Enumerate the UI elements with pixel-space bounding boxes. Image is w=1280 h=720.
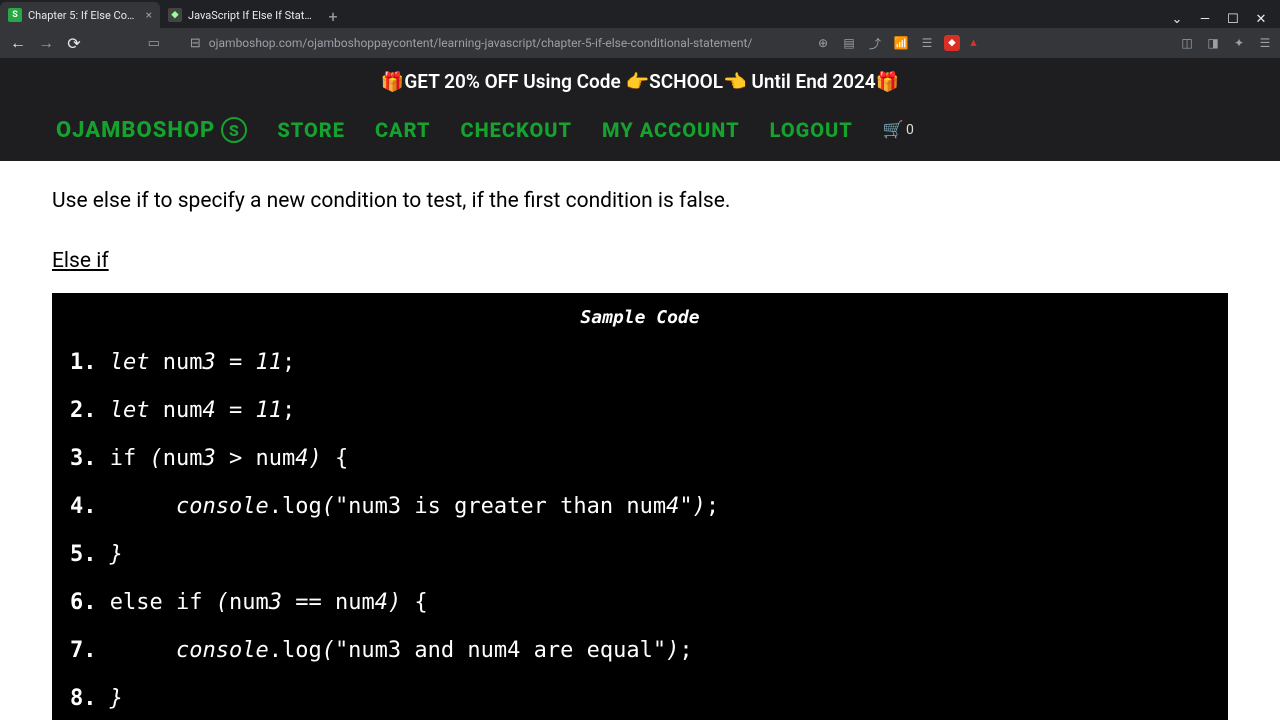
chevron-down-icon[interactable]: ⌄ (1168, 10, 1186, 28)
maximize-icon[interactable]: ☐ (1224, 10, 1242, 28)
brand-mark-icon: S (221, 117, 247, 143)
nav-checkout[interactable]: CHECKOUT (460, 118, 572, 142)
back-icon[interactable]: ← (6, 31, 30, 55)
code-block: Sample Code 1. let num3 = 11; 2. let num… (52, 293, 1228, 720)
subheading: Else if (52, 249, 1228, 273)
window-controls: ⌄ — ☐ ✕ (1168, 10, 1280, 28)
address-bar[interactable]: ▭ ⊟ ojamboshop.com/ojamboshoppaycontent/… (90, 36, 810, 51)
code-line-6: 6. else if (num3 == num4) { (70, 592, 1210, 614)
reload-icon[interactable]: ⟳ (62, 31, 86, 55)
bookmark-icon[interactable]: ▭ (148, 36, 160, 51)
reader-icon[interactable]: ▤ (840, 34, 858, 52)
list-icon[interactable]: ☰ (918, 34, 936, 52)
menu-icon[interactable]: ☰ (1256, 34, 1274, 52)
toolbar-right: ⊕ ▤ ⤴ 📶 ☰ ◆ ▲ ◫ ◨ ✦ ☰ (814, 34, 1274, 52)
url-text: ojamboshop.com/ojamboshoppaycontent/lear… (209, 36, 753, 50)
share-icon[interactable]: ⤴ (866, 34, 884, 52)
promo-banner: 🎁GET 20% OFF Using Code 👉SCHOOL👈 Until E… (0, 58, 1280, 105)
page-viewport[interactable]: 🎁GET 20% OFF Using Code 👉SCHOOL👈 Until E… (0, 58, 1280, 720)
shield-icon[interactable]: ◆ (944, 35, 960, 51)
brand-logo[interactable]: OJAMBOSHOP S (56, 117, 247, 143)
tab-title: JavaScript If Else If Statement - (188, 9, 312, 22)
sidebar-icon[interactable]: ◨ (1204, 34, 1222, 52)
close-icon[interactable]: × (146, 8, 152, 22)
zoom-icon[interactable]: ⊕ (814, 34, 832, 52)
alert-icon[interactable]: ▲ (968, 36, 982, 50)
code-line-1: 1. let num3 = 11; (70, 352, 1210, 374)
code-line-2: 2. let num4 = 11; (70, 400, 1210, 422)
site-nav: OJAMBOSHOP S STORE CART CHECKOUT MY ACCO… (0, 105, 1280, 161)
minimize-icon[interactable]: — (1196, 10, 1214, 28)
close-window-icon[interactable]: ✕ (1252, 10, 1270, 28)
rss-icon[interactable]: 📶 (892, 34, 910, 52)
code-title: Sample Code (70, 307, 1210, 328)
code-line-8: 8. } (70, 688, 1210, 710)
code-line-5: 5. } (70, 544, 1210, 566)
browser-toolbar: ← → ⟳ ▭ ⊟ ojamboshop.com/ojamboshoppayco… (0, 28, 1280, 58)
tab-title: Chapter 5: If Else Condition (28, 9, 140, 22)
intro-text: Use else if to specify a new condition t… (52, 189, 1228, 213)
nav-cart[interactable]: CART (375, 118, 431, 142)
tab-favicon-icon: ◆ (168, 8, 182, 22)
new-tab-button[interactable]: + (320, 4, 346, 28)
main-content: Use else if to specify a new condition t… (0, 161, 1280, 720)
code-line-4: 4. console.log("num3 is greater than num… (70, 496, 1210, 518)
code-line-3: 3. if (num3 > num4) { (70, 448, 1210, 470)
tab-favicon-icon: S (8, 8, 22, 22)
browser-tab-active[interactable]: S Chapter 5: If Else Condition × (0, 2, 160, 28)
nav-logout[interactable]: LOGOUT (770, 118, 853, 142)
browser-tab[interactable]: ◆ JavaScript If Else If Statement - (160, 2, 320, 28)
forward-icon[interactable]: → (34, 31, 58, 55)
nav-account[interactable]: MY ACCOUNT (602, 118, 740, 142)
nav-store[interactable]: STORE (277, 118, 345, 142)
cart-count: 0 (906, 122, 914, 138)
code-line-7: 7. console.log("num3 and num4 are equal"… (70, 640, 1210, 662)
cart-icon[interactable]: 🛒0 (883, 120, 914, 140)
panel-icon[interactable]: ◫ (1178, 34, 1196, 52)
sparkle-icon[interactable]: ✦ (1230, 34, 1248, 52)
browser-tabstrip: S Chapter 5: If Else Condition × ◆ JavaS… (0, 0, 1280, 28)
site-info-icon[interactable]: ⊟ (190, 36, 201, 51)
